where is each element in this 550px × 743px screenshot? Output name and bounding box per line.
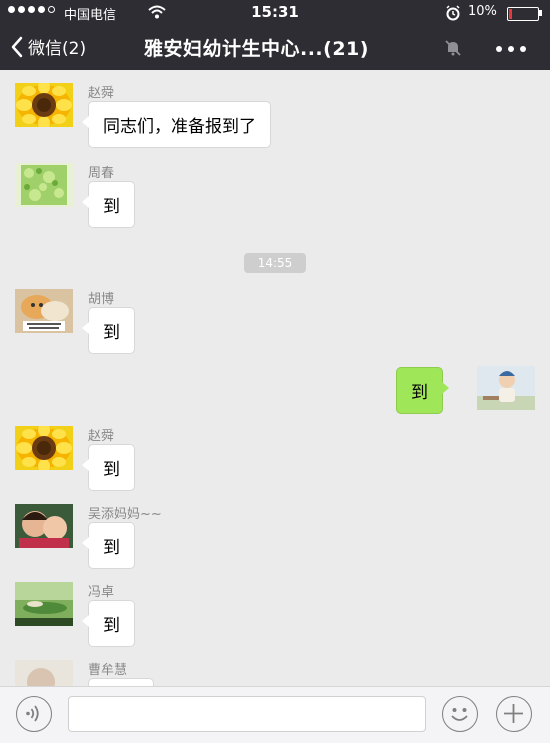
input-bar [0, 686, 550, 743]
emoji-button[interactable] [442, 696, 478, 732]
message-bubble[interactable]: 到 [82, 181, 135, 228]
message-bubble[interactable] [88, 678, 154, 686]
chat-area[interactable]: 赵舜 同志们，准备报到了 周春 到 14:55 胡博 到 到 赵舜 到 吴添妈妈… [0, 70, 550, 686]
message-bubble[interactable]: 同志们，准备报到了 [82, 101, 271, 148]
avatar[interactable] [15, 83, 73, 127]
message-bubble[interactable]: 到 [396, 367, 449, 414]
chat-title: 雅安妇幼计生中心...(21) [144, 38, 369, 60]
avatar[interactable] [477, 366, 535, 410]
sender-name: 吴添妈妈~~ [88, 507, 162, 522]
message-bubble[interactable]: 到 [82, 522, 135, 569]
sender-name: 曹牟慧 [88, 663, 128, 678]
battery-cap [539, 10, 542, 16]
avatar[interactable] [15, 163, 73, 207]
mute-bell-icon [445, 40, 461, 56]
avatar[interactable] [15, 582, 73, 626]
nav-bar: 微信(2) 雅安妇幼计生中心...(21) [0, 26, 550, 70]
more-icon[interactable] [496, 46, 526, 52]
time-divider: 14:55 [244, 253, 306, 273]
voice-icon [26, 705, 39, 722]
sender-name: 周春 [88, 166, 115, 181]
avatar[interactable] [15, 426, 73, 470]
avatar[interactable] [15, 660, 73, 686]
sender-name: 赵舜 [88, 429, 115, 444]
emoji-icon [451, 708, 468, 721]
message-bubble[interactable]: 到 [82, 600, 135, 647]
battery-icon [507, 7, 539, 21]
voice-button[interactable] [16, 696, 52, 732]
chevron-left-icon [11, 36, 23, 57]
back-button[interactable]: 微信(2) [10, 34, 86, 59]
message-input[interactable] [68, 696, 426, 732]
message-bubble[interactable]: 到 [82, 307, 135, 354]
back-label: 微信(2) [28, 39, 87, 59]
message-bubble[interactable]: 到 [82, 444, 135, 491]
avatar[interactable] [15, 504, 73, 548]
avatar[interactable] [15, 289, 73, 333]
battery-percent: 10% [468, 4, 497, 19]
plus-button[interactable] [496, 696, 532, 732]
sender-name: 冯卓 [88, 585, 115, 600]
alarm-icon [446, 5, 460, 21]
sender-name: 赵舜 [88, 86, 115, 101]
plus-icon [504, 704, 523, 723]
sender-name: 胡博 [88, 292, 115, 307]
status-bar: 中国电信 15:31 10% [0, 0, 550, 26]
